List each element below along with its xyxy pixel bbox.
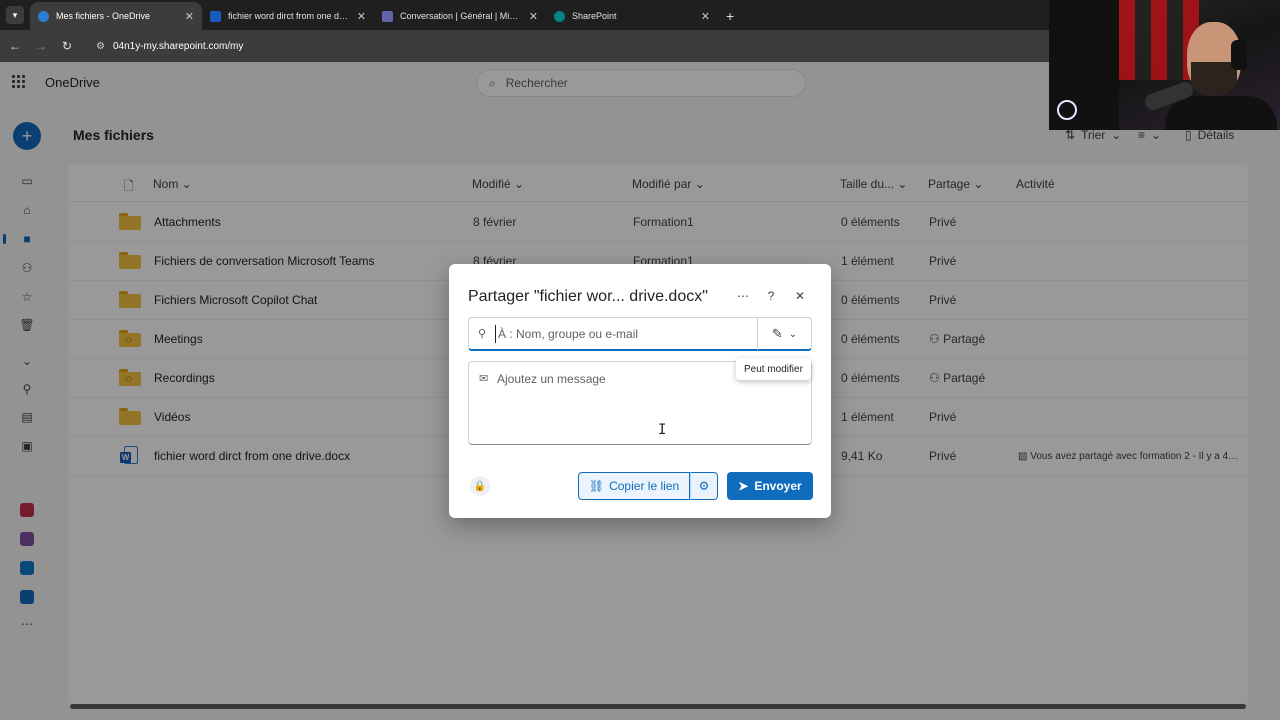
tab-search-button[interactable]: ▾ [6,6,24,24]
browser-tab-onedrive[interactable]: Mes fichiers - OneDrive ✕ [30,2,202,30]
close-tab-icon[interactable]: ✕ [529,10,538,23]
send-button[interactable]: ➤ Envoyer [727,472,813,500]
webcam-overlay [1049,0,1280,130]
close-tab-icon[interactable]: ✕ [357,10,366,23]
share-dialog: Partager "fichier wor... drive.docx" ⋯ ?… [449,264,831,518]
back-arrow-icon[interactable]: ← [8,39,22,53]
text-cursor-icon: I [658,422,667,438]
message-icon: ✉ [479,373,489,385]
new-tab-icon[interactable]: + [726,8,734,24]
teams-favicon-icon [382,10,393,22]
onedrive-favicon-icon [38,10,49,22]
chevron-down-icon: ⌄ [788,328,798,340]
url-text: 04n1y-my.sharepoint.com/my [112,40,244,52]
browser-tab-sharepoint[interactable]: SharePoint ✕ [546,2,718,30]
permission-dropdown[interactable]: ✎ ⌄ [757,318,811,350]
help-icon[interactable]: ? [764,289,778,303]
tab-title: fichier word dirct from one drive.docx [228,11,350,21]
url-field[interactable]: ⚙ 04n1y-my.sharepoint.com/my [86,34,253,58]
more-options-icon[interactable]: ⋯ [736,289,750,303]
copy-link-button[interactable]: ⛓ Copier le lien [578,472,690,500]
recipients-field: ⚲ ✎ ⌄ [468,317,812,351]
link-icon: ⛓ [588,479,605,493]
tab-title: SharePoint [572,11,617,21]
send-label: Envoyer [754,479,802,493]
sharepoint-favicon-icon [554,10,565,22]
gear-icon: ⚙ [698,479,710,493]
recipients-input[interactable] [495,325,755,343]
message-placeholder: Ajoutez un message [497,372,606,386]
link-settings-button[interactable]: ⚙ [690,472,718,500]
close-tab-icon[interactable]: ✕ [701,10,710,23]
copy-link-label: Copier le lien [609,479,680,493]
forward-arrow-icon[interactable]: → [34,39,48,53]
reload-icon[interactable]: ↻ [60,39,74,53]
browser-tab-word[interactable]: fichier word dirct from one drive.docx ✕ [202,2,374,30]
tab-title: Conversation | Général | Microsoft Teams [400,11,522,21]
browser-tab-teams[interactable]: Conversation | Général | Microsoft Teams… [374,2,546,30]
close-tab-icon[interactable]: ✕ [185,10,194,23]
person-icon: ⚲ [478,328,487,340]
lock-icon[interactable]: 🔒 [470,476,490,496]
send-icon: ➤ [738,479,749,493]
permission-tooltip: Peut modifier [736,358,811,380]
pencil-icon: ✎ [771,326,783,341]
site-info-icon[interactable]: ⚙ [96,41,105,52]
close-icon[interactable]: ✕ [793,289,807,303]
tab-title: Mes fichiers - OneDrive [56,11,151,21]
dialog-title: Partager "fichier wor... drive.docx" [468,288,708,305]
word-favicon-icon [210,10,221,22]
